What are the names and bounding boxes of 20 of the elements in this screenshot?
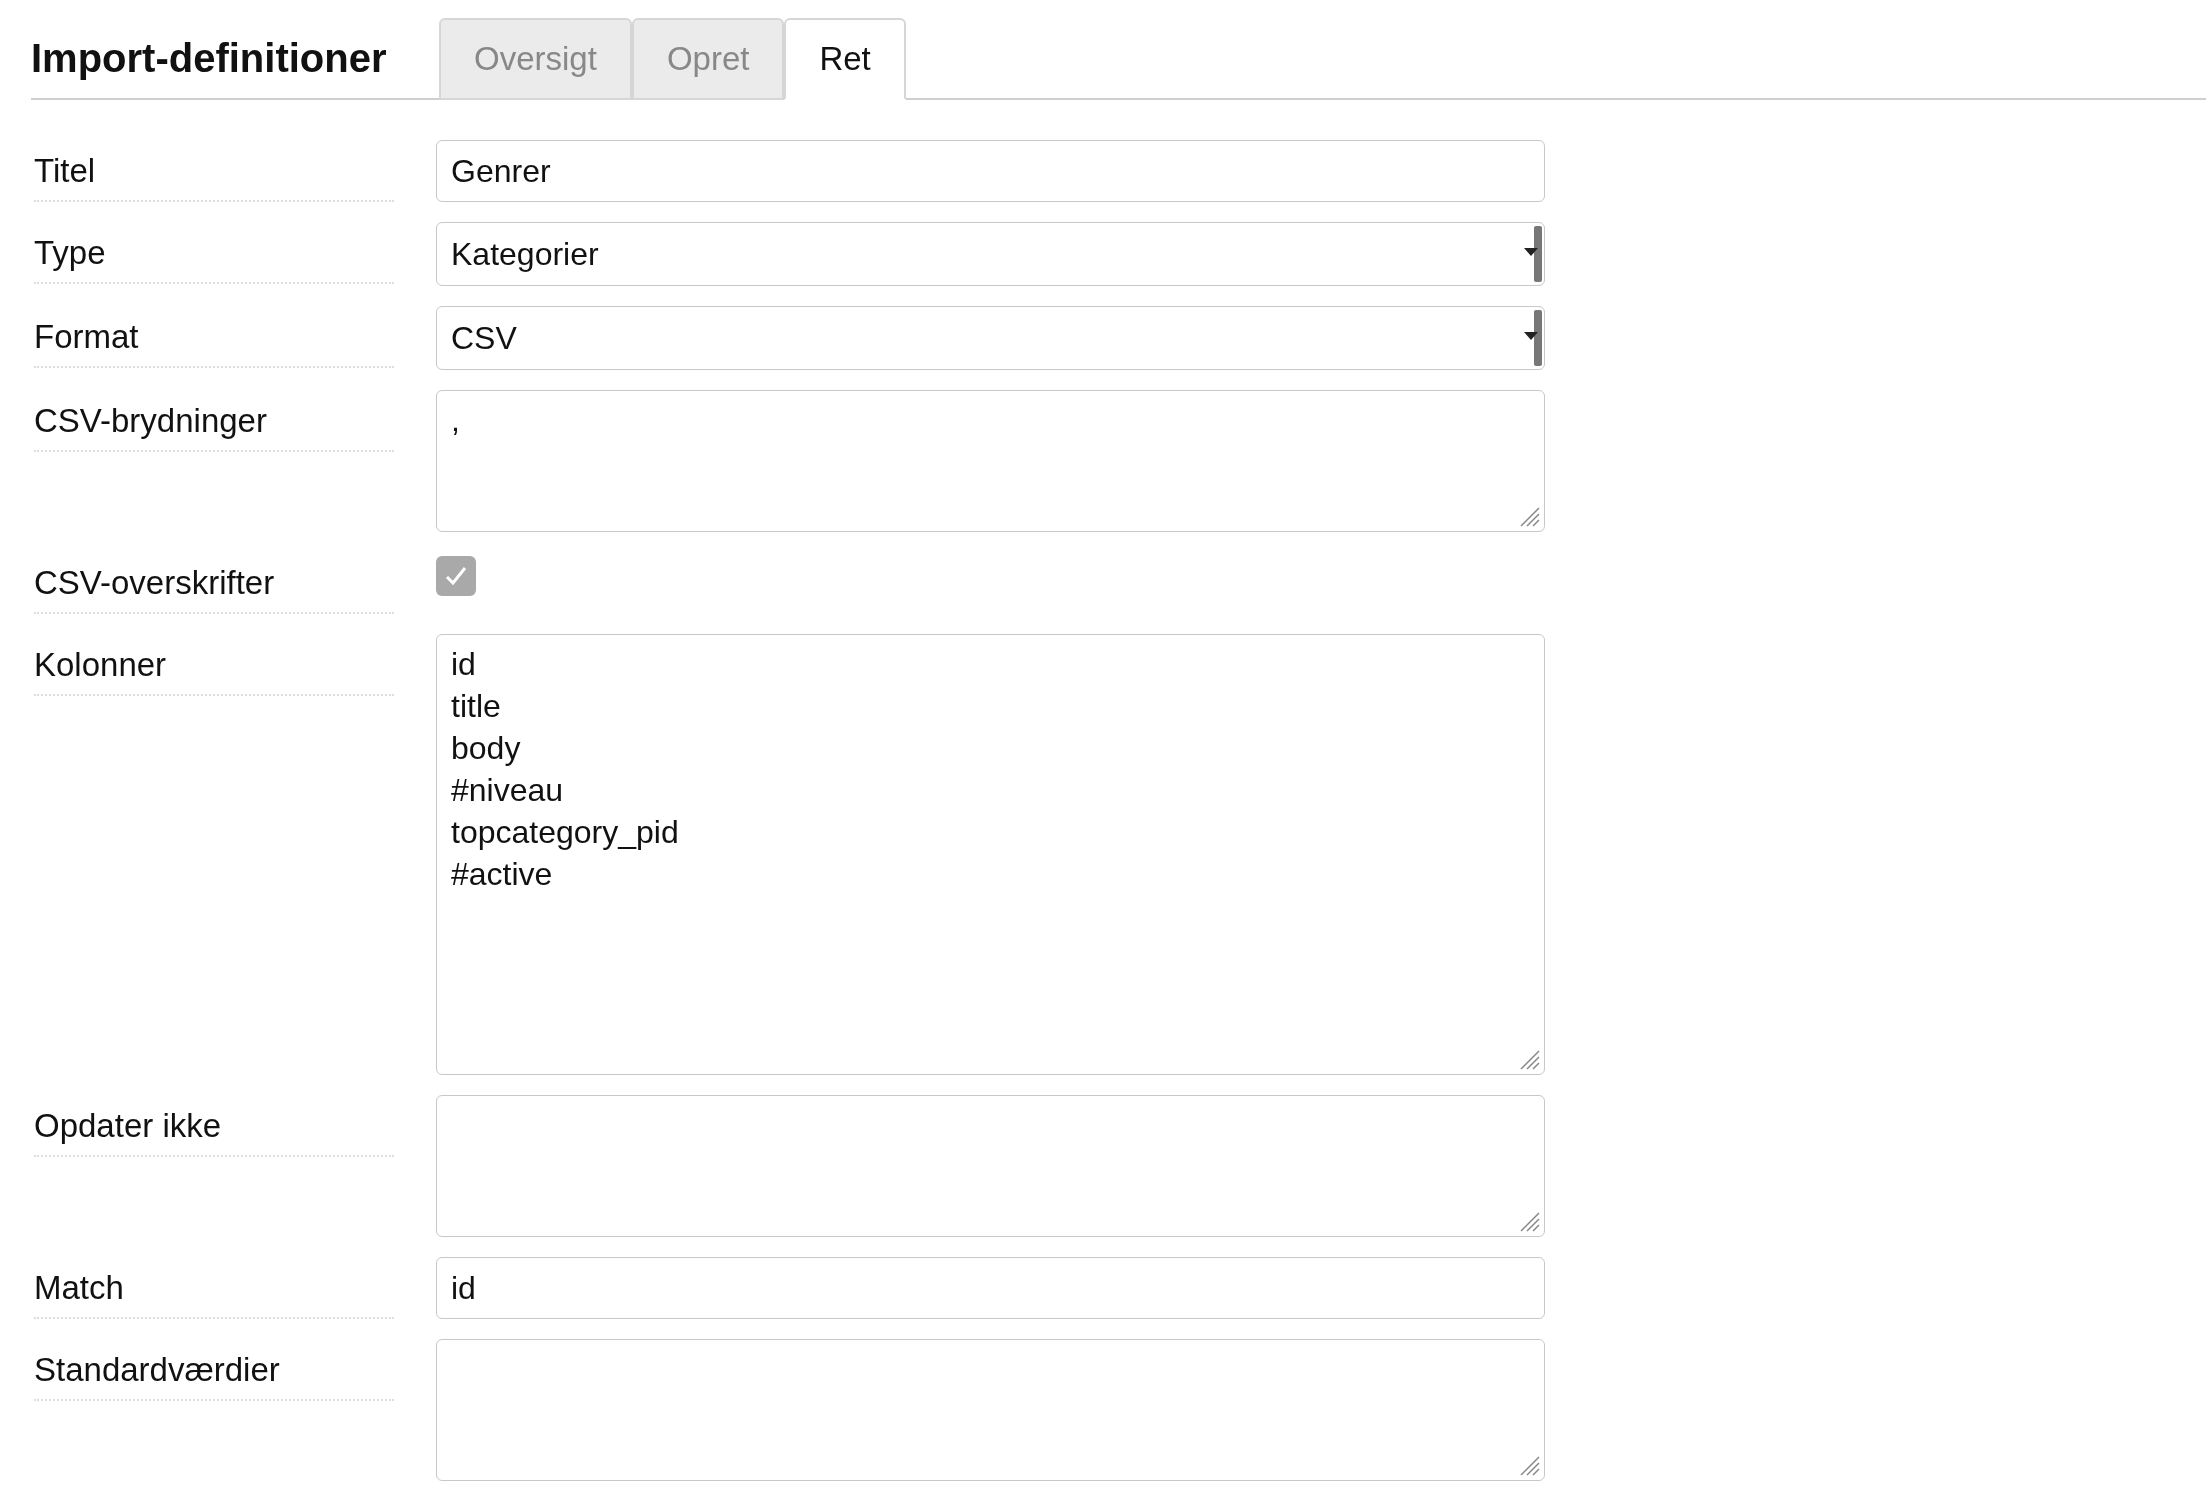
field-label: Match xyxy=(34,1257,394,1319)
select-field[interactable]: CSV xyxy=(436,306,1545,370)
field-label: CSV-overskrifter xyxy=(34,552,394,614)
field-label: Opdater ikke xyxy=(34,1095,394,1157)
field-label: Format xyxy=(34,306,394,368)
text-area-field[interactable] xyxy=(436,1095,1545,1237)
field-label: Titel xyxy=(34,140,394,202)
text-area-field[interactable] xyxy=(436,1339,1545,1481)
checkbox[interactable] xyxy=(436,556,476,596)
field-label: Kolonner xyxy=(34,634,394,696)
tab[interactable]: Ret xyxy=(784,18,906,100)
select-field[interactable]: Kategorier xyxy=(436,222,1545,286)
text-area-field[interactable]: , xyxy=(436,390,1545,532)
page-title: Import-definitioner xyxy=(31,35,388,82)
field-label: CSV-brydninger xyxy=(34,390,394,452)
field-label: Standardværdier xyxy=(34,1339,394,1401)
text-field[interactable]: id xyxy=(436,1257,1545,1319)
field-label: Type xyxy=(34,222,394,284)
text-area-field[interactable]: id title body #niveau topcategory_pid #active xyxy=(436,634,1545,1075)
text-field[interactable]: Genrer xyxy=(436,140,1545,202)
